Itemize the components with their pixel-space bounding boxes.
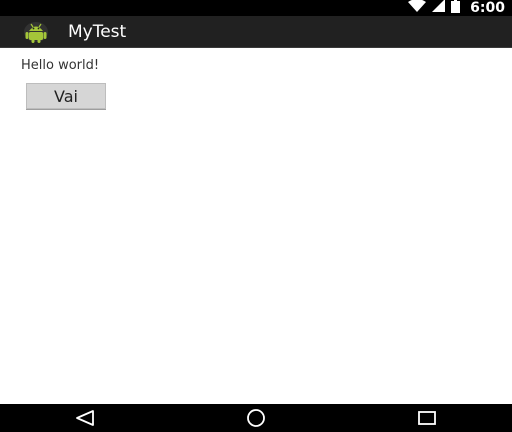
recents-icon[interactable]	[407, 404, 447, 432]
status-time: 6:00	[470, 0, 505, 16]
android-icon[interactable]	[22, 20, 50, 44]
wifi-icon	[408, 0, 427, 17]
navigation-bar	[0, 404, 512, 432]
hello-text: Hello world!	[21, 58, 100, 73]
home-icon[interactable]	[236, 404, 276, 432]
content-area: Hello world! Vai	[0, 48, 512, 404]
action-bar: MyTest	[0, 16, 512, 48]
signal-icon	[432, 0, 446, 17]
vai-button[interactable]: Vai	[26, 83, 106, 109]
app-title: MyTest	[68, 22, 127, 42]
status-icons: 6:00	[408, 0, 505, 16]
status-bar: 6:00	[0, 0, 512, 16]
back-icon[interactable]	[65, 404, 105, 432]
battery-icon	[451, 0, 461, 18]
